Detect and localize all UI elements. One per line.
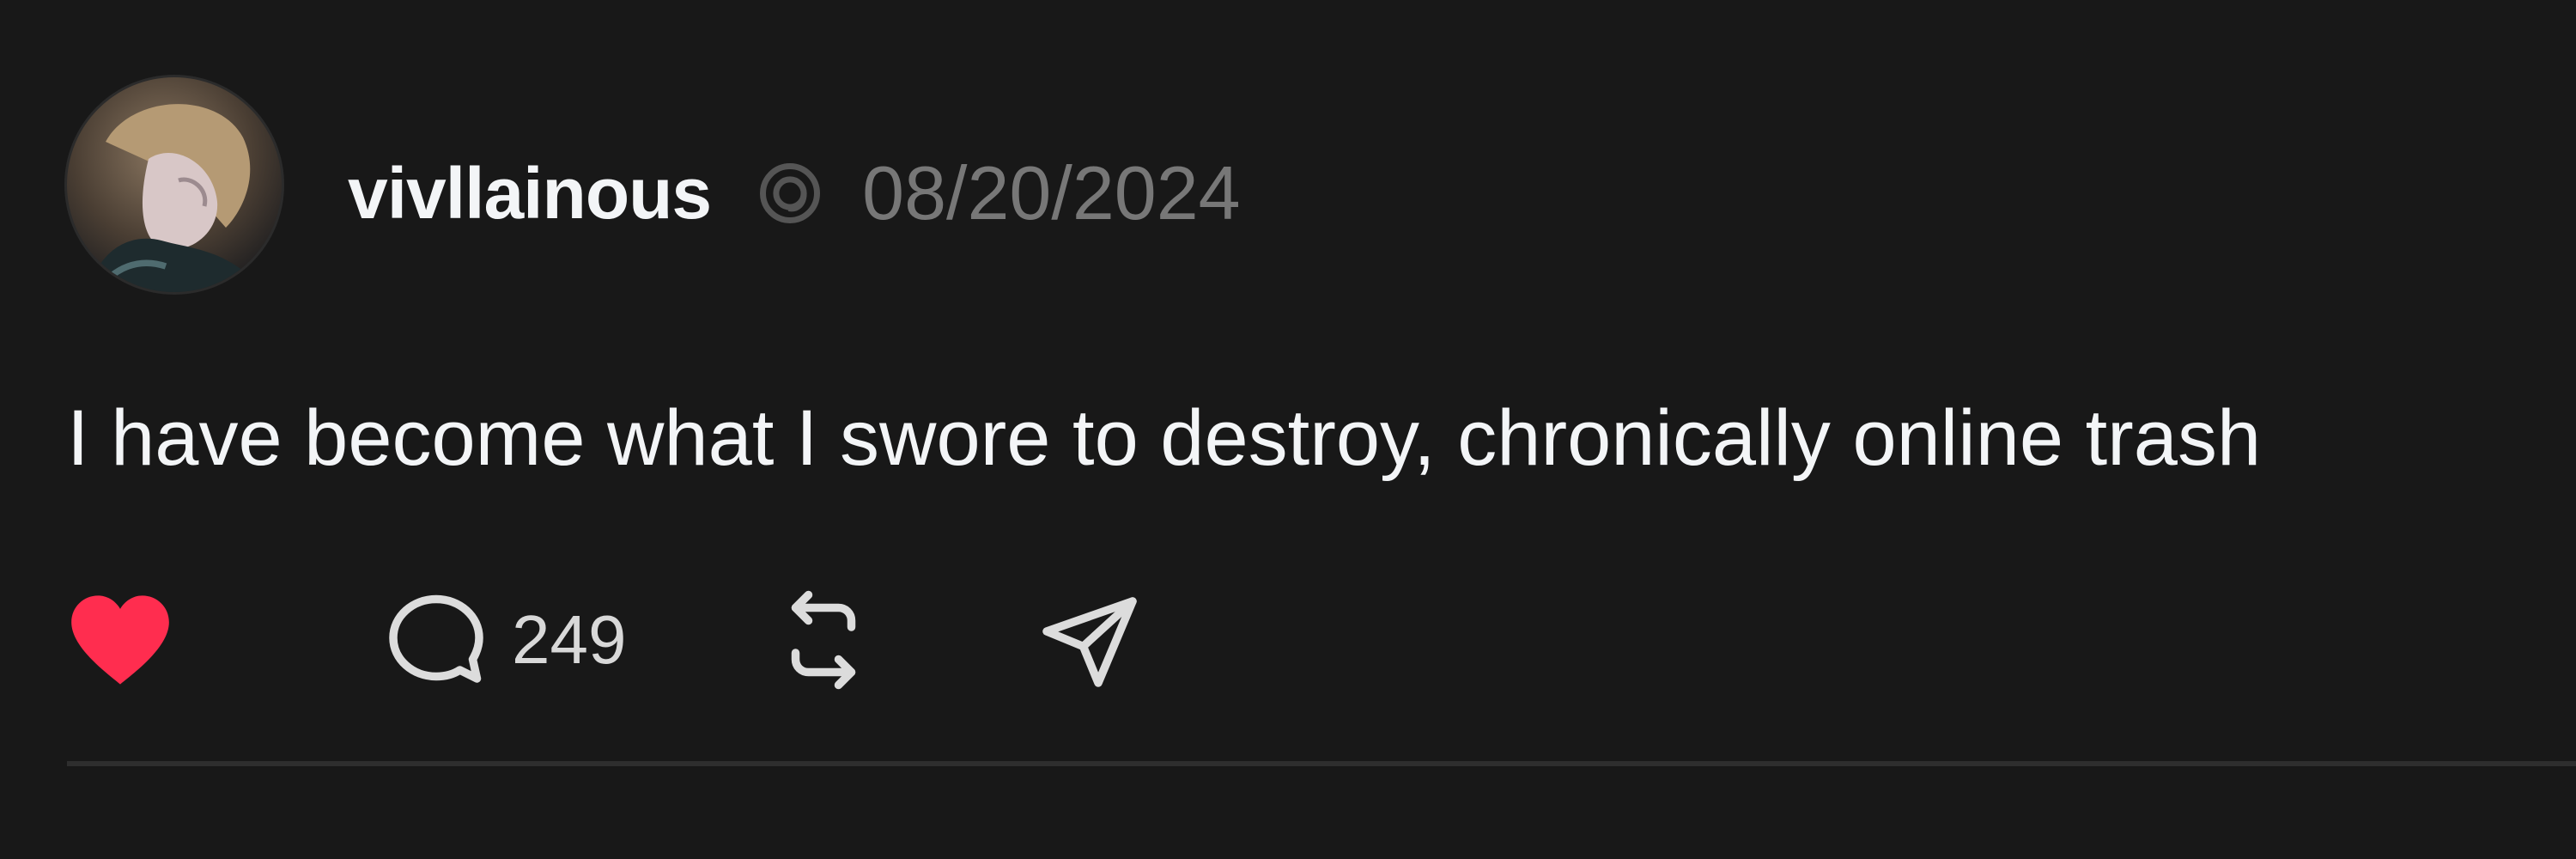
post-text: I have become what I swore to destroy, c…	[67, 394, 2262, 482]
thread-post: vivllainous 08/20/2024 I have become wha…	[0, 0, 2576, 859]
share-button[interactable]	[1038, 584, 1141, 696]
avatar[interactable]	[67, 77, 282, 292]
comment-button[interactable]: 249	[385, 584, 626, 696]
comment-count: 249	[512, 601, 627, 678]
threads-icon	[749, 152, 831, 235]
username[interactable]: vivllainous	[348, 152, 712, 235]
profile-photo	[67, 77, 282, 292]
post-divider	[67, 761, 2576, 766]
heart-icon	[71, 595, 169, 685]
repost-icon	[792, 590, 856, 690]
send-icon	[1042, 597, 1138, 687]
post-header: vivllainous 08/20/2024	[348, 137, 1241, 249]
post-timestamp: 08/20/2024	[862, 150, 1241, 235]
like-button[interactable]	[67, 584, 196, 696]
post-actions: 249	[67, 584, 1141, 696]
repost-button[interactable]	[772, 584, 875, 696]
comment-bubble-icon	[389, 594, 483, 683]
